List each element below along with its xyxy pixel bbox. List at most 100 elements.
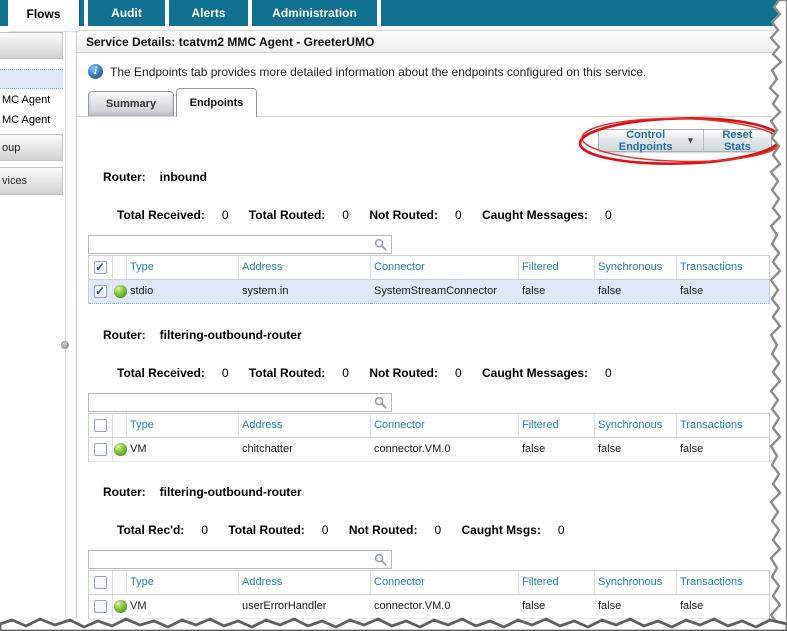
status-green-icon bbox=[113, 285, 127, 298]
column-header-address[interactable]: Address bbox=[239, 414, 371, 438]
column-header-connector[interactable]: Connector bbox=[371, 256, 519, 280]
control-endpoints-button[interactable]: Control Endpoints ▾ bbox=[599, 128, 704, 153]
column-header-status[interactable] bbox=[113, 256, 127, 280]
router-stats: Total Received: 0 Total Routed: 0 Not Rout… bbox=[117, 366, 629, 380]
tab-endpoints[interactable]: Endpoints bbox=[176, 88, 257, 117]
sidebar-item-mmc-agent-2[interactable]: MC Agent bbox=[0, 112, 63, 128]
stat-value: 0 bbox=[454, 208, 462, 222]
sidebar-panel-truncated[interactable] bbox=[0, 32, 63, 59]
stat-label: Total Routed: bbox=[228, 523, 305, 537]
router-section-filtering-outbound-1: Router: filtering-outbound-router Total R… bbox=[77, 328, 772, 468]
column-header-filtered[interactable]: Filtered bbox=[519, 571, 595, 595]
cell-synchronous[interactable]: false bbox=[595, 595, 677, 619]
search-icon[interactable] bbox=[374, 238, 387, 251]
column-header-connector[interactable]: Connector bbox=[371, 414, 519, 438]
splitter-handle[interactable] bbox=[61, 341, 69, 349]
endpoint-filter-input[interactable] bbox=[89, 552, 374, 567]
search-icon[interactable] bbox=[374, 553, 387, 566]
stat-label: Not Routed: bbox=[369, 366, 438, 380]
router-stats: Total Received: 0 Total Routed: 0 Not Rout… bbox=[117, 208, 629, 222]
page-title: Service Details: tcatvm2 MMC Agent - Gre… bbox=[77, 30, 772, 53]
column-header-transactions[interactable]: Transactions bbox=[677, 571, 769, 595]
cell-transactions[interactable]: false bbox=[677, 438, 769, 462]
cell-filtered[interactable]: false bbox=[519, 280, 595, 304]
reset-stats-button[interactable]: Reset Stats bbox=[704, 129, 771, 153]
column-header-type[interactable]: Type bbox=[127, 571, 239, 595]
column-header-address[interactable]: Address bbox=[239, 571, 371, 595]
status-green-icon bbox=[113, 600, 127, 613]
cell-address[interactable]: userErrorHandler bbox=[239, 595, 371, 619]
top-nav: Audit Alerts Administration bbox=[0, 0, 787, 26]
status-green-icon bbox=[113, 443, 127, 456]
stat-value: 0 bbox=[434, 523, 442, 537]
nav-tab-flows[interactable]: Flows bbox=[8, 0, 79, 31]
select-all-checkbox[interactable]: ✓ bbox=[94, 576, 107, 589]
cell-synchronous[interactable]: false bbox=[595, 438, 677, 462]
search-icon[interactable] bbox=[374, 396, 387, 409]
nav-tab-administration[interactable]: Administration bbox=[252, 0, 377, 26]
nav-tab-audit[interactable]: Audit bbox=[88, 0, 165, 26]
stat-value: 0 bbox=[605, 366, 612, 380]
row-checkbox[interactable]: ✓ bbox=[94, 284, 107, 298]
router-title: Router: inbound bbox=[103, 170, 207, 184]
sidebar-panel-services[interactable]: vices bbox=[0, 167, 63, 195]
cell-address[interactable]: system.in bbox=[239, 280, 371, 304]
sidebar: MC Agent MC Agent oup vices bbox=[0, 26, 63, 620]
cell-filtered[interactable]: false bbox=[519, 438, 595, 462]
cell-filtered[interactable]: false bbox=[519, 595, 595, 619]
stat-label: Not Routed: bbox=[348, 523, 418, 537]
column-header-synchronous[interactable]: Synchronous bbox=[595, 571, 677, 595]
column-header-address[interactable]: Address bbox=[239, 256, 371, 280]
router-section-filtering-outbound-2: Router: filtering-outbound-router Total R… bbox=[77, 485, 772, 625]
tab-summary[interactable]: Summary bbox=[88, 91, 174, 116]
select-all-checkbox[interactable]: ✓ bbox=[94, 260, 107, 274]
cell-address[interactable]: chitchatter bbox=[239, 438, 371, 462]
cell-synchronous[interactable]: false bbox=[595, 280, 677, 304]
column-header-synchronous[interactable]: Synchronous bbox=[595, 414, 677, 438]
stat-label: Total Received: bbox=[117, 366, 205, 380]
column-header-connector[interactable]: Connector bbox=[371, 571, 519, 595]
endpoints-table: ✓ Type Address Connector Filtered Synchr… bbox=[88, 255, 770, 304]
column-header-filtered[interactable]: Filtered bbox=[519, 414, 595, 438]
cell-type[interactable]: stdio bbox=[127, 280, 239, 304]
column-header-status[interactable] bbox=[113, 414, 127, 438]
sidebar-panel-group[interactable]: oup bbox=[0, 134, 63, 161]
column-header-transactions[interactable]: Transactions bbox=[677, 256, 769, 280]
stat-label: Total Received: bbox=[117, 208, 205, 222]
cell-type[interactable]: VM bbox=[127, 595, 239, 619]
select-all-checkbox[interactable]: ✓ bbox=[94, 419, 107, 432]
router-name: inbound bbox=[159, 170, 207, 184]
endpoint-filter-input[interactable] bbox=[89, 395, 374, 410]
column-header-type[interactable]: Type bbox=[127, 414, 239, 438]
column-header-status[interactable] bbox=[113, 571, 127, 595]
stat-label: Total Rec'd: bbox=[117, 523, 185, 537]
cell-connector[interactable]: connector.VM.0 bbox=[371, 595, 519, 619]
column-header-type[interactable]: Type bbox=[127, 256, 239, 280]
endpoint-filter-input[interactable] bbox=[89, 237, 374, 252]
router-section-inbound: Router: inbound Total Received: 0 Total Ro… bbox=[77, 170, 772, 310]
endpoints-table: ✓ Type Address Connector Filtered Synchr… bbox=[88, 570, 770, 619]
cell-connector[interactable]: connector.VM.0 bbox=[371, 438, 519, 462]
stat-value: 0 bbox=[557, 523, 565, 537]
nav-separator bbox=[377, 0, 381, 26]
row-checkbox[interactable]: ✓ bbox=[94, 443, 107, 456]
column-header-filtered[interactable]: Filtered bbox=[519, 256, 595, 280]
dropdown-arrow-icon: ▾ bbox=[688, 135, 693, 145]
control-endpoints-label: Control Endpoints bbox=[618, 128, 673, 153]
column-header-transactions[interactable]: Transactions bbox=[677, 414, 769, 438]
cell-connector[interactable]: SystemStreamConnector bbox=[371, 280, 519, 304]
nav-tab-alerts[interactable]: Alerts bbox=[169, 0, 248, 26]
stat-value: 0 bbox=[342, 366, 349, 380]
sidebar-item-mmc-agent-1[interactable]: MC Agent bbox=[0, 92, 63, 108]
stat-label: Caught Msgs: bbox=[461, 523, 541, 537]
endpoint-filter bbox=[88, 235, 392, 254]
row-checkbox[interactable]: ✓ bbox=[94, 600, 107, 613]
cell-transactions[interactable]: false bbox=[677, 280, 769, 304]
cell-transactions[interactable]: false bbox=[677, 595, 769, 619]
sidebar-selected-item[interactable] bbox=[0, 69, 63, 89]
endpoint-toolbar: Control Endpoints ▾ Reset Stats bbox=[598, 128, 772, 153]
info-icon: i bbox=[88, 64, 103, 79]
cell-type[interactable]: VM bbox=[127, 438, 239, 462]
column-header-synchronous[interactable]: Synchronous bbox=[595, 256, 677, 280]
router-title: Router: filtering-outbound-router bbox=[103, 328, 302, 342]
